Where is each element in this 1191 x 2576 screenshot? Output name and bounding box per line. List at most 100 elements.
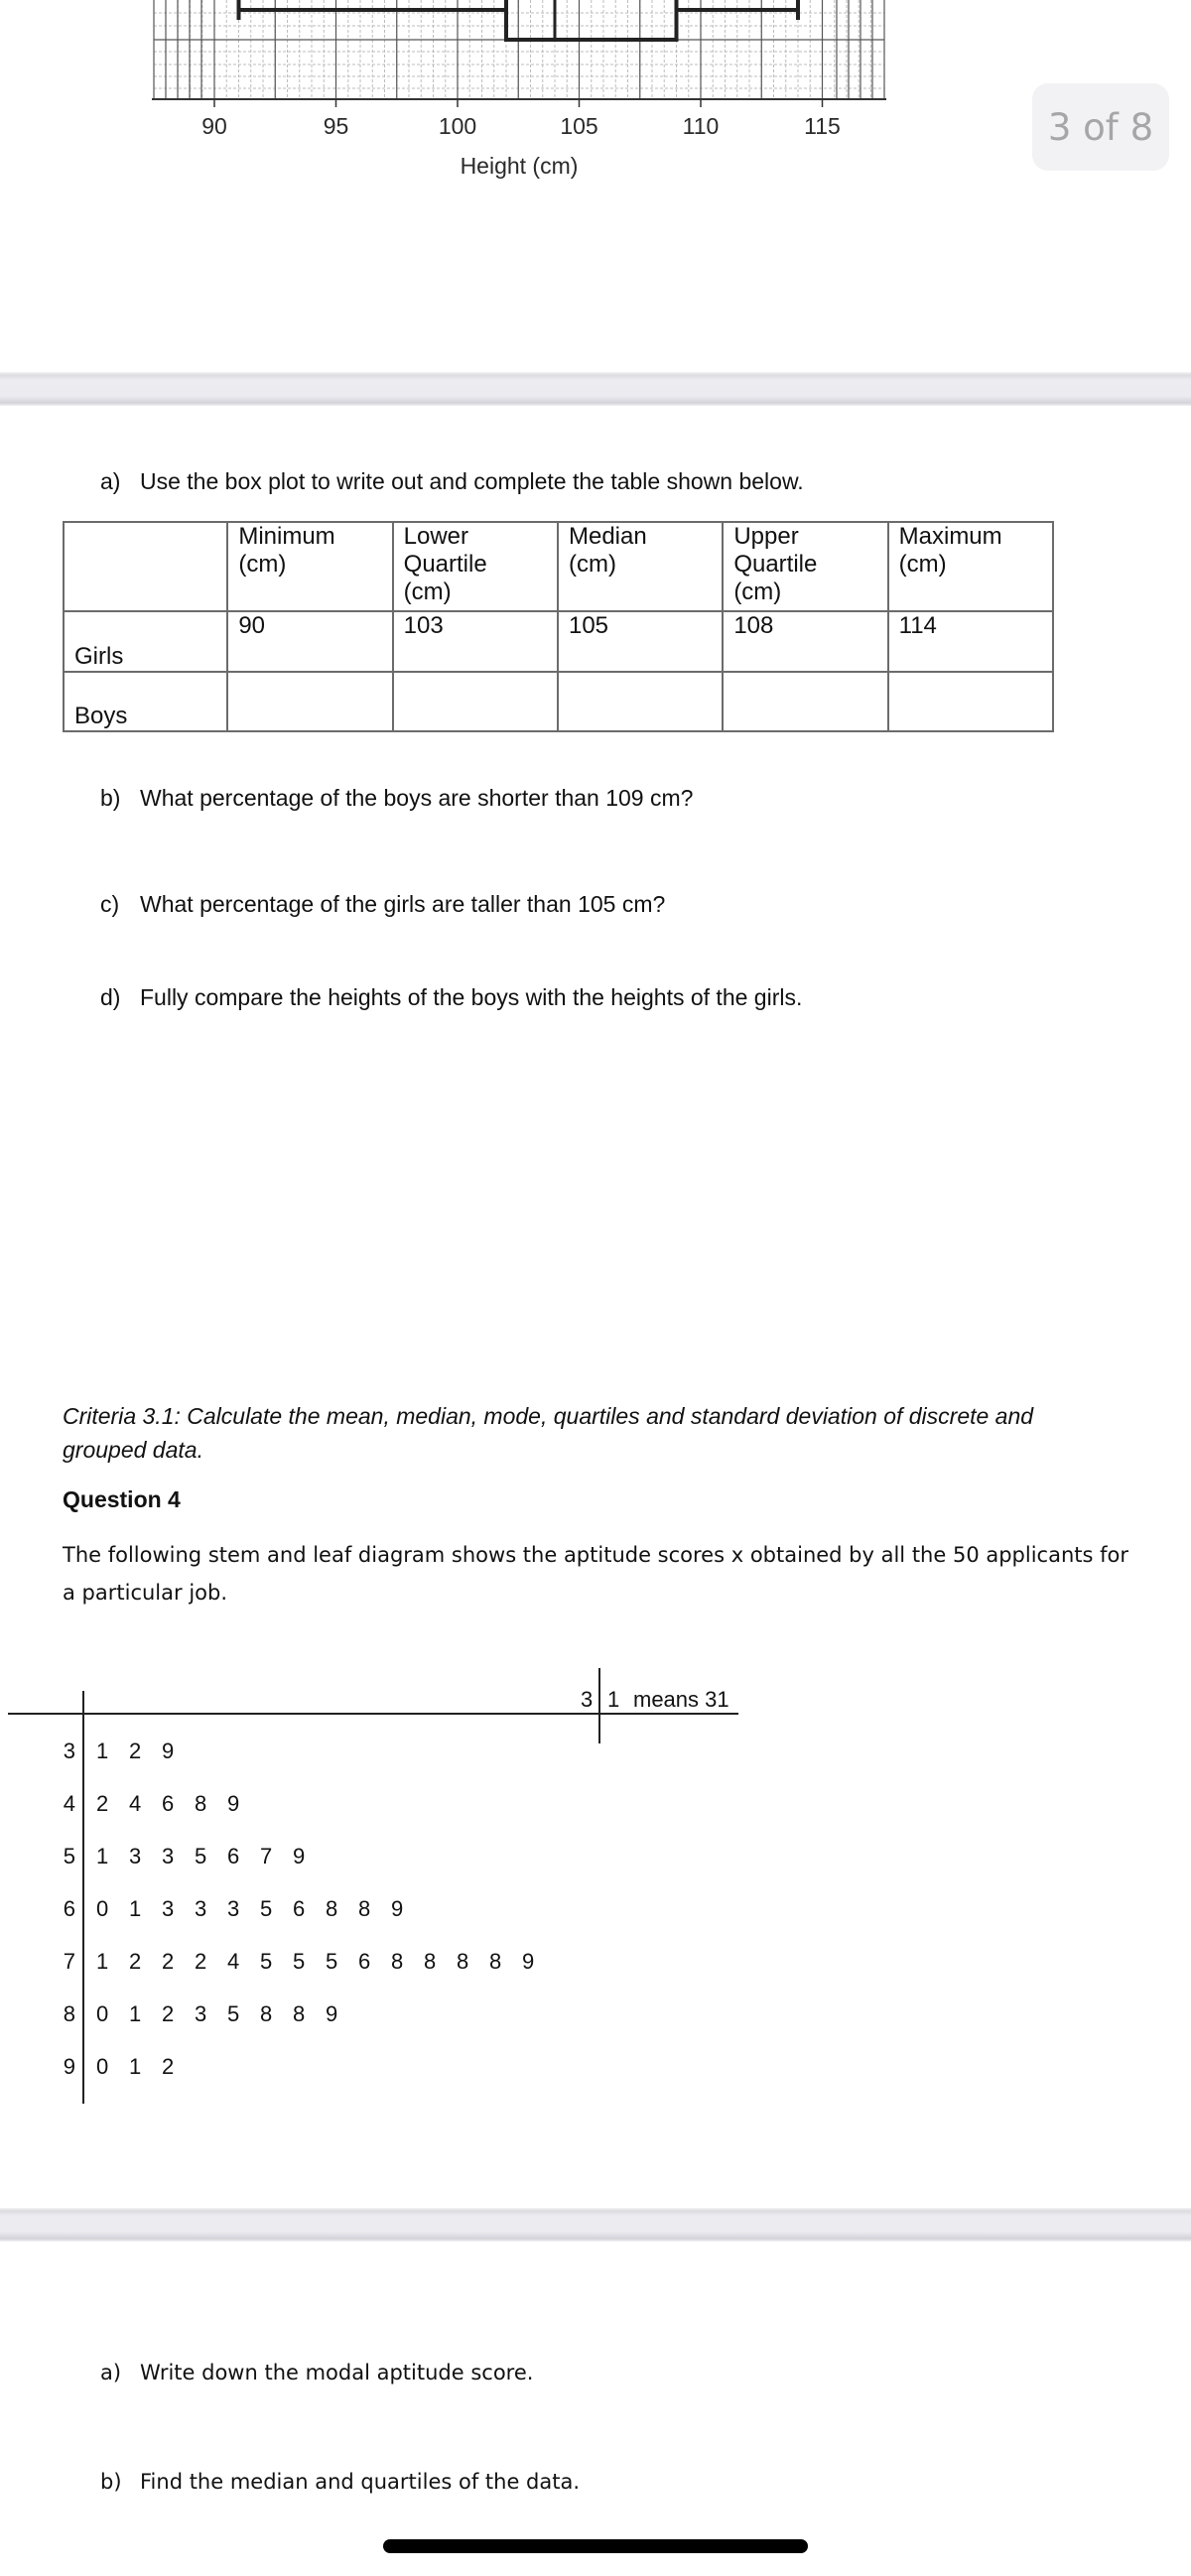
question-label: b) <box>100 785 121 811</box>
question-label: b) <box>100 2470 122 2494</box>
question-3a: a) Use the box plot to write out and comp… <box>100 468 804 495</box>
question-3c: c) What percentage of the girls are talle… <box>100 891 665 918</box>
x-tick-label: 115 <box>804 113 841 139</box>
table-cell: 114 <box>886 610 1055 673</box>
leaf-value: 2 <box>129 1949 142 1974</box>
leaf-value: 9 <box>391 1896 404 1921</box>
leaf-value: 8 <box>457 1949 469 1974</box>
table-header-cell: Minimum (cm) <box>226 521 394 612</box>
question-label: a) <box>100 468 121 494</box>
table-cell: 103 <box>391 610 559 673</box>
page-indicator: 3 of 8 <box>1032 83 1169 171</box>
table-cell <box>226 671 394 732</box>
leaf-value: 3 <box>162 1896 175 1921</box>
table-cell <box>886 671 1055 732</box>
leaf-value: 3 <box>195 1896 207 1921</box>
leaf-value: 2 <box>129 1739 142 1763</box>
leaf-value: 8 <box>358 1896 371 1921</box>
leaf-value: 5 <box>293 1949 306 1974</box>
leaf-value: 4 <box>227 1949 240 1974</box>
leaf-value: 0 <box>96 1896 109 1921</box>
leaf-value: 5 <box>326 1949 338 1974</box>
page-indicator-label: 3 of 8 <box>1047 105 1154 149</box>
leaf-value: 1 <box>96 1949 109 1974</box>
leaf-value: 9 <box>522 1949 535 1974</box>
x-tick-label: 105 <box>560 113 597 139</box>
table-cell: 90 <box>226 610 394 673</box>
leaf-value: 7 <box>260 1844 273 1868</box>
table-cell <box>391 671 559 732</box>
table-header-cell-empty <box>62 521 229 612</box>
table-cell: 105 <box>556 610 725 673</box>
stem-leaf-divider <box>82 1691 84 2104</box>
leaf-value: 8 <box>424 1949 437 1974</box>
question-4-intro: The following stem and leaf diagram show… <box>63 1543 1129 1605</box>
table-header-cell: Lower Quartile (cm) <box>391 521 559 612</box>
home-indicator[interactable] <box>383 2539 808 2553</box>
table-header-cell: Median (cm) <box>556 521 725 612</box>
x-tick-label: 110 <box>683 113 720 139</box>
question-label: d) <box>100 984 121 1010</box>
leaf-value: 1 <box>129 2054 142 2079</box>
leaf-value: 2 <box>162 2001 175 2026</box>
leaf-value: 8 <box>195 1791 207 1816</box>
table-cell: 108 <box>722 610 889 673</box>
stem-value: 4 <box>63 1791 75 1816</box>
question-4b: b) Find the median and quartiles of the d… <box>100 2470 580 2494</box>
criteria-text: Criteria 3.1: Calculate the mean, median… <box>63 1403 1034 1463</box>
x-axis-ticks: 90 95 100 105 110 115 <box>201 99 841 139</box>
question-4a: a) Write down the modal aptitude score. <box>100 2361 533 2384</box>
leaf-value: 6 <box>227 1844 240 1868</box>
question-3b: b) What percentage of the boys are shorte… <box>100 785 693 812</box>
leaf-value: 9 <box>326 2001 338 2026</box>
stem-leaf-header-line <box>8 1713 738 1715</box>
leaf-value: 4 <box>129 1791 142 1816</box>
stem-value: 7 <box>63 1949 75 1974</box>
leaf-value: 1 <box>96 1844 109 1868</box>
leaf-value: 8 <box>391 1949 404 1974</box>
leaf-value: 6 <box>162 1791 175 1816</box>
question-3d: d) Fully compare the heights of the boys … <box>100 984 802 1011</box>
leaf-value: 2 <box>162 2054 175 2079</box>
question-text: What percentage of the boys are shorter … <box>140 785 694 811</box>
stem-value: 3 <box>63 1739 75 1763</box>
box-plot-chart: 90 95 100 105 110 115 Height (cm) <box>152 0 886 179</box>
question-label: c) <box>100 891 120 917</box>
leaf-value: 3 <box>195 2001 207 2026</box>
leaf-value: 5 <box>260 1896 273 1921</box>
leaf-value: 8 <box>260 2001 273 2026</box>
table-header-cell: Maximum (cm) <box>886 521 1055 612</box>
table-cell <box>556 671 725 732</box>
stem-value: 5 <box>63 1844 75 1868</box>
question-text: Find the median and quartiles of the dat… <box>140 2470 581 2494</box>
key-leaf: 1 <box>607 1687 620 1712</box>
key-text: means 31 <box>633 1687 729 1712</box>
row-label: Girls <box>62 610 229 673</box>
table-header-row: Minimum (cm) Lower Quartile (cm) Median (cm)… <box>62 521 1055 612</box>
key-divider <box>598 1668 600 1743</box>
leaf-value: 2 <box>96 1791 109 1816</box>
leaf-value: 1 <box>129 1896 142 1921</box>
stem-value: 8 <box>63 2001 75 2026</box>
leaf-value: 0 <box>96 2001 109 2026</box>
leaf-value: 9 <box>227 1791 240 1816</box>
leaf-value: 3 <box>129 1844 142 1868</box>
x-tick-label: 100 <box>439 113 476 139</box>
leaf-value: 8 <box>293 2001 306 2026</box>
leaf-value: 3 <box>227 1896 240 1921</box>
x-axis-title: Height (cm) <box>461 153 579 179</box>
leaf-value: 9 <box>293 1844 306 1868</box>
leaf-value: 6 <box>293 1896 306 1921</box>
leaf-value: 5 <box>260 1949 273 1974</box>
leaf-value: 3 <box>162 1844 175 1868</box>
table-header-cell: Upper Quartile (cm) <box>722 521 889 612</box>
table-row-boys: Boys <box>62 671 1055 732</box>
stem-value: 9 <box>63 2054 75 2079</box>
question-text: Fully compare the heights of the boys wi… <box>140 984 803 1010</box>
grid-minor-lines <box>154 0 884 99</box>
leaf-value: 8 <box>489 1949 502 1974</box>
question-text: What percentage of the girls are taller … <box>140 891 666 917</box>
question-text: Write down the modal aptitude score. <box>140 2361 534 2384</box>
leaf-value: 5 <box>195 1844 207 1868</box>
stem-value: 6 <box>63 1896 75 1921</box>
